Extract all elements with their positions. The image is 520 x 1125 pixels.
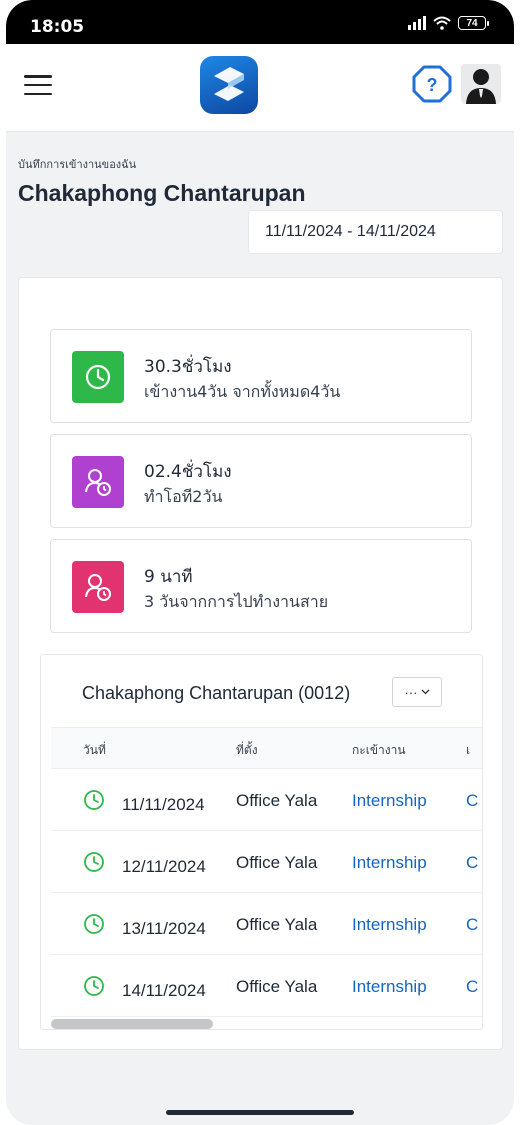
app-logo-icon xyxy=(200,56,258,114)
status-icons: 74 xyxy=(408,16,489,30)
scrollbar-thumb[interactable] xyxy=(51,1019,213,1029)
date-range-picker[interactable]: 11/11/2024 - 14/11/2024 xyxy=(248,210,503,254)
attendance-table-card: Chakaphong Chantarupan (0012) ··· วันที่… xyxy=(40,654,483,1030)
attendance-summary-card: 30.3ชั่วโมง เข้างาน4วัน จากทั้งหมด4วัน 0… xyxy=(18,277,503,1050)
clock-icon xyxy=(84,790,104,810)
home-indicator[interactable] xyxy=(166,1110,354,1115)
row-date: 14/11/2024 xyxy=(122,981,206,1000)
table-row: 13/11/2024 Office Yala Internship C xyxy=(51,893,482,955)
row-location: Office Yala xyxy=(236,915,318,934)
row-location: Office Yala xyxy=(236,853,318,872)
row-shift-link[interactable]: Internship xyxy=(352,915,427,935)
table-header: วันที่ ที่ตั้ง กะเข้างาน เ xyxy=(51,727,482,769)
horizontal-scrollbar[interactable] xyxy=(51,1019,482,1029)
stat-value: 02.4ชั่วโมง xyxy=(144,462,232,482)
stat-card-hours: 30.3ชั่วโมง เข้างาน4วัน จากทั้งหมด4วัน xyxy=(50,329,472,423)
page-title: Chakaphong Chantarupan xyxy=(18,180,306,206)
row-date: 12/11/2024 xyxy=(122,857,206,876)
help-question-icon[interactable]: ? xyxy=(412,64,452,104)
clock-icon xyxy=(84,976,104,996)
row-extra[interactable]: C xyxy=(466,915,478,935)
stat-card-overtime: 02.4ชั่วโมง ทำโอที2วัน xyxy=(50,434,472,528)
column-header-location: ที่ตั้ง xyxy=(236,743,258,757)
status-time: 18:05 xyxy=(30,17,85,37)
battery-level: 74 xyxy=(466,17,478,29)
stat-value: 9 นาที xyxy=(144,567,193,587)
clock-icon xyxy=(84,914,104,934)
table-heading: Chakaphong Chantarupan (0012) xyxy=(82,683,351,703)
user-clock-icon xyxy=(72,456,124,508)
user-clock-icon xyxy=(72,561,124,613)
hamburger-menu-icon[interactable] xyxy=(24,72,52,98)
signal-icon xyxy=(408,16,426,30)
column-header-date: วันที่ xyxy=(83,743,106,757)
svg-text:?: ? xyxy=(427,75,438,95)
app-header: ? xyxy=(6,44,514,132)
phone-screen: 18:05 74 ? บันทึกการเข้างานของฉัน Chakap… xyxy=(6,0,514,1125)
clock-icon xyxy=(72,351,124,403)
clock-icon xyxy=(84,852,104,872)
battery-icon: 74 xyxy=(458,16,489,30)
stat-value: 30.3ชั่วโมง xyxy=(144,357,232,377)
table-row: 11/11/2024 Office Yala Internship C xyxy=(51,769,482,831)
column-header-shift: กะเข้างาน xyxy=(352,743,406,757)
row-shift-link[interactable]: Internship xyxy=(352,977,427,997)
user-avatar-icon[interactable] xyxy=(461,64,501,104)
more-options-label: ··· xyxy=(404,684,418,700)
table-row: 12/11/2024 Office Yala Internship C xyxy=(51,831,482,893)
column-header-more: เ xyxy=(466,743,471,757)
row-extra[interactable]: C xyxy=(466,791,478,811)
stat-description: ทำโอที2วัน xyxy=(144,487,223,506)
stat-card-late: 9 นาที 3 วันจากการไปทำงานสาย xyxy=(50,539,472,633)
more-options-button[interactable]: ··· xyxy=(392,677,442,707)
row-shift-link[interactable]: Internship xyxy=(352,791,427,811)
breadcrumb: บันทึกการเข้างานของฉัน xyxy=(18,158,137,171)
chevron-down-icon xyxy=(421,689,429,695)
row-location: Office Yala xyxy=(236,977,318,996)
row-shift-link[interactable]: Internship xyxy=(352,853,427,873)
stat-description: เข้างาน4วัน จากทั้งหมด4วัน xyxy=(144,382,341,401)
row-date: 13/11/2024 xyxy=(122,919,206,938)
wifi-icon xyxy=(433,16,451,30)
row-extra[interactable]: C xyxy=(466,853,478,873)
row-date: 11/11/2024 xyxy=(122,795,205,814)
status-bar: 18:05 74 xyxy=(6,0,514,44)
row-location: Office Yala xyxy=(236,791,318,810)
table-row: 14/11/2024 Office Yala Internship C xyxy=(51,955,482,1017)
row-extra[interactable]: C xyxy=(466,977,478,997)
stat-description: 3 วันจากการไปทำงานสาย xyxy=(144,592,329,611)
